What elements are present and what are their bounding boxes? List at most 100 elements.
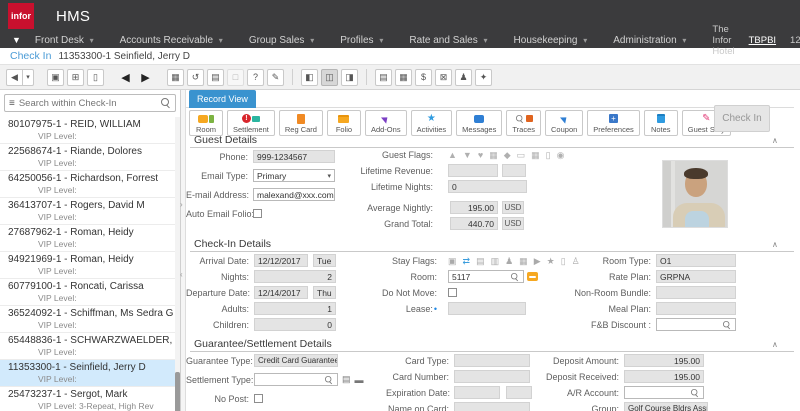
exit-button[interactable]: ⊠ [435, 68, 452, 86]
phone-field[interactable]: 999-1234567 [253, 150, 335, 163]
bed-icon[interactable] [527, 272, 538, 281]
list-item[interactable]: 64250056-1 - Richardson, Forrest VIP Leve… [0, 171, 175, 198]
action-preferences-button[interactable]: + Preferences [587, 110, 640, 136]
list-menu-icon[interactable]: ≡ [9, 98, 15, 109]
edit-button[interactable]: ✎ [267, 68, 284, 86]
delete-button[interactable]: ▯ [87, 68, 104, 86]
menu-item-accounts-receivable[interactable]: Accounts Receivable ▾ [120, 35, 223, 46]
document-icon[interactable]: ▯ [546, 150, 551, 160]
action-settlement-button[interactable]: ! Settlement [227, 110, 275, 136]
guest-button[interactable]: ♟ [455, 68, 472, 86]
email-type-select[interactable]: Primary ▾ [253, 169, 335, 182]
room-lookup-icon[interactable] [511, 272, 519, 281]
panel-split-button[interactable]: ◫ [321, 68, 338, 86]
list-item[interactable]: 80107975-1 - REID, WILLIAM VIP Level: [0, 117, 175, 144]
check-in-details-collapse-icon[interactable]: ∧ [772, 240, 778, 249]
menu-item-front-desk[interactable]: Front Desk ▾ [35, 35, 94, 46]
undo-button[interactable]: ↺ [187, 68, 204, 86]
splitter-left-icon[interactable]: ‹ [180, 270, 183, 279]
copy-button[interactable]: ▦ [167, 68, 184, 86]
room-move-icon[interactable]: ⇄ [463, 256, 471, 266]
adults-field[interactable]: 1 [254, 302, 336, 315]
grid-icon[interactable]: ▦ [519, 256, 528, 266]
list-item[interactable]: 94921969-1 - Roman, Heidy VIP Level: [0, 252, 175, 279]
printer-icon[interactable]: ▤ [342, 374, 351, 385]
room-field[interactable]: 5117 [448, 270, 524, 283]
action-activities-button[interactable]: ★ Activities [410, 110, 453, 136]
location-icon[interactable]: ◉ [557, 150, 565, 160]
document-icon[interactable]: ▯ [561, 256, 566, 266]
no-post-checkbox[interactable] [254, 394, 263, 403]
menu-item-administration[interactable]: Administration ▾ [613, 35, 686, 46]
departure-date-field[interactable]: 12/14/2017 [254, 286, 308, 299]
back-button-caret[interactable]: ▾ [23, 68, 34, 86]
action-add-ons-button[interactable]: Add-Ons [364, 110, 407, 136]
guest-details-collapse-icon[interactable]: ∧ [772, 136, 778, 145]
action-coupon-button[interactable]: Coupon [545, 110, 584, 136]
auto-email-folio-checkbox[interactable] [253, 209, 262, 218]
save-button[interactable]: ▣ [47, 68, 64, 86]
fb-discount-lookup-icon[interactable] [723, 320, 731, 329]
new-button[interactable]: ⊞ [67, 68, 84, 86]
tools-button[interactable]: ✦ [475, 68, 492, 86]
nights-field[interactable]: 2 [254, 270, 336, 283]
menu-item-profiles[interactable]: Profiles ▾ [340, 35, 383, 46]
copy-icon[interactable]: ▥ [491, 256, 500, 266]
children-field[interactable]: 0 [254, 318, 336, 331]
gift-icon[interactable]: ▦ [489, 150, 498, 160]
menu-item-group-sales[interactable]: Group Sales ▾ [249, 35, 314, 46]
vip-icon[interactable]: ◆ [504, 150, 511, 160]
cash-button[interactable]: $ [415, 68, 432, 86]
menu-item-housekeeping[interactable]: Housekeeping ▾ [514, 35, 588, 46]
ar-account-field[interactable] [624, 386, 704, 399]
list-item[interactable]: 25473237-1 - Sergot, Mark VIP Level: 3-Re… [0, 387, 175, 411]
action-notes-button[interactable]: Notes [643, 110, 678, 136]
arrival-date-field[interactable]: 12/12/2017 [254, 254, 308, 267]
help-button[interactable]: ? [247, 68, 264, 86]
preview-button[interactable]: □ [227, 68, 244, 86]
action-messages-button[interactable]: Messages [456, 110, 503, 136]
list-item[interactable]: 36413707-1 - Rogers, David M VIP Level: [0, 198, 175, 225]
next-button[interactable]: ▶ [137, 69, 154, 86]
search-icon[interactable] [161, 98, 171, 108]
list-item[interactable]: 22568674-1 - Riande, Dolores VIP Level: [0, 144, 175, 171]
splitter-right-icon[interactable]: › [180, 200, 183, 209]
fb-discount-field[interactable] [656, 318, 736, 331]
list-item[interactable]: 65448836-1 - SCHWARZWAELDER, ... VIP Leve… [0, 333, 175, 360]
chat-icon[interactable]: ▭ [517, 150, 526, 160]
do-not-move-checkbox[interactable] [448, 288, 457, 297]
list-item[interactable]: 60779100-1 - Roncati, Carissa VIP Level: [0, 279, 175, 306]
panel-right-button[interactable]: ◨ [341, 68, 358, 86]
briefcase-icon[interactable]: ▣ [448, 256, 457, 266]
list-item[interactable]: 11353300-1 - Seinfield, Jerry D VIP Level… [0, 360, 175, 387]
building-icon[interactable]: ▤ [476, 256, 485, 266]
menu-caret-icon[interactable]: ▼ [12, 35, 21, 45]
report-button[interactable]: ▤ [375, 68, 392, 86]
print-button[interactable]: ▤ [207, 68, 224, 86]
previous-button[interactable]: ◀ [117, 69, 134, 86]
card-swipe-icon[interactable]: ▬ [355, 375, 364, 385]
ar-account-lookup-icon[interactable] [691, 388, 699, 397]
search-input[interactable] [18, 97, 161, 109]
calendar-button[interactable]: ▦ [395, 68, 412, 86]
email-address-field[interactable]: malexand@xxx.com [253, 188, 335, 201]
sidebar-scrollbar[interactable] [175, 117, 180, 411]
tab-record-view[interactable]: Record View [189, 90, 256, 108]
warning-down-icon[interactable]: ▼ [463, 150, 472, 160]
action-reg-card-button[interactable]: Reg Card [278, 110, 323, 136]
action-traces-button[interactable]: Traces [506, 110, 542, 136]
calendar-icon[interactable]: ▦ [531, 150, 540, 160]
share-icon[interactable]: ♟ [505, 256, 513, 266]
star-icon[interactable]: ★ [547, 256, 555, 266]
list-item[interactable]: 27687962-1 - Roman, Heidy VIP Level: [0, 225, 175, 252]
settlement-lookup-icon[interactable] [325, 375, 333, 384]
action-room-button[interactable]: Room [189, 110, 223, 136]
flash-icon[interactable]: ▶ [534, 256, 541, 266]
warning-up-icon[interactable]: ▲ [448, 150, 457, 160]
list-item[interactable]: 36524092-1 - Schiffman, Ms Sedra G VIP Le… [0, 306, 175, 333]
settlement-type-field[interactable] [254, 373, 338, 386]
back-button[interactable]: ◀ [6, 68, 23, 86]
action-folio-button[interactable]: Folio [326, 110, 361, 136]
menu-item-rate-and-sales[interactable]: Rate and Sales ▾ [409, 35, 487, 46]
user-link[interactable]: TBPBI [749, 35, 776, 46]
